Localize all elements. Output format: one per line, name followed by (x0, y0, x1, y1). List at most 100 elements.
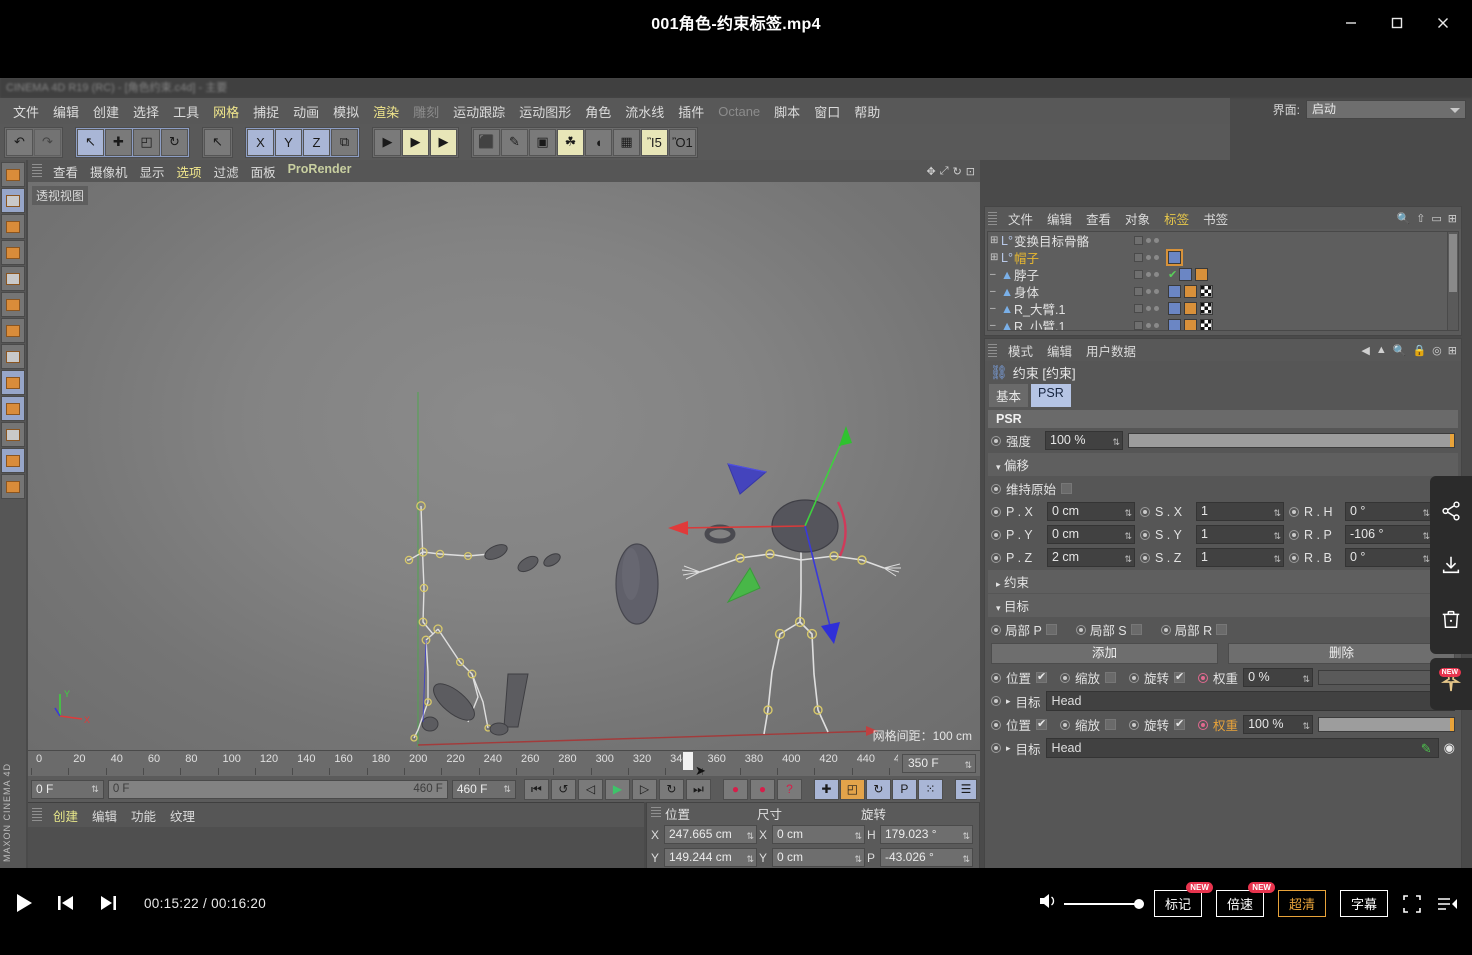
rotation-offset-field[interactable]: 0 °⇅ (1345, 502, 1433, 521)
subtitle-button[interactable]: 字幕 (1340, 890, 1388, 917)
pin-icon[interactable]: NEW (1439, 670, 1463, 699)
local-toggle-checkbox[interactable] (1216, 624, 1227, 635)
weight-field[interactable]: 100 %⇅ (1243, 715, 1313, 734)
rotation-field-P[interactable]: -43.026 °⇅ (880, 848, 973, 867)
object-menu-item-0[interactable]: 文件 (1001, 208, 1040, 229)
visibility-dots[interactable] (1134, 253, 1168, 262)
rotation-offset-radio-icon[interactable] (1289, 530, 1299, 540)
spinner-icon[interactable]: ⇅ (964, 757, 972, 774)
share-icon[interactable] (1438, 498, 1464, 524)
world-coords-icon[interactable]: ⧉ (331, 129, 358, 156)
menu-item-3[interactable]: 选择 (126, 100, 166, 123)
next-key-icon[interactable]: ↻ (659, 779, 684, 800)
position-offset-radio-icon[interactable] (991, 530, 1001, 540)
interface-dropdown[interactable]: 启动 (1306, 100, 1466, 119)
expand-toggle-icon[interactable]: – (990, 286, 1000, 297)
magnet-icon[interactable] (1, 422, 25, 447)
menu-item-15[interactable]: 插件 (671, 100, 711, 123)
position-offset-field[interactable]: 2 cm⇅ (1047, 548, 1135, 567)
volume-control[interactable] (1038, 892, 1140, 915)
position-key-icon[interactable]: ✚ (814, 779, 839, 800)
scale-offset-radio-icon[interactable] (1140, 507, 1150, 517)
menu-item-9[interactable]: 渲染 (366, 100, 406, 123)
target-object-field[interactable]: Head✎ (1046, 738, 1439, 758)
constraint-tag-icon[interactable] (1168, 285, 1181, 298)
spinner-icon[interactable]: ⇅ (1303, 718, 1311, 735)
object-row-4[interactable]: –▲R_大臂.1 (988, 300, 1458, 317)
up-arrow-icon[interactable]: ⇧ (1416, 212, 1425, 225)
snap-enable-icon[interactable] (1, 396, 25, 421)
menu-item-4[interactable]: 工具 (166, 100, 206, 123)
mark-button[interactable]: 标记 NEW (1154, 890, 1202, 917)
pick-object-icon[interactable]: ◉ (1444, 740, 1455, 756)
step-forward-icon[interactable]: ▷ (632, 779, 657, 800)
undo-icon[interactable]: ↶ (6, 129, 33, 156)
back-arrow-icon[interactable]: ◀ (1361, 344, 1369, 357)
live-selection-icon[interactable]: ↖ (77, 129, 104, 156)
menu-item-6[interactable]: 捕捉 (246, 100, 286, 123)
rotation-offset-field[interactable]: -106 °⇅ (1345, 525, 1433, 544)
spinner-icon[interactable]: ⇅ (1422, 528, 1430, 545)
offset-group-header[interactable]: ▾ 偏移 (988, 453, 1458, 476)
menu-item-17[interactable]: 脚本 (767, 100, 807, 123)
step-back-icon[interactable]: ◁ (578, 779, 603, 800)
weight-slider[interactable] (1318, 717, 1455, 732)
menu-item-8[interactable]: 模拟 (326, 100, 366, 123)
keyframe-selection-icon[interactable]: ? (777, 779, 802, 800)
spinner-icon[interactable]: ⇅ (1273, 551, 1281, 568)
object-menu-item-3[interactable]: 对象 (1118, 208, 1157, 229)
material-menu-item-0[interactable]: 创建 (46, 805, 85, 826)
timeline-playhead[interactable] (683, 752, 693, 770)
local-toggle-radio-icon[interactable] (1161, 625, 1171, 635)
scale-checkbox[interactable] (1105, 672, 1116, 683)
download-icon[interactable] (1438, 552, 1464, 578)
position-checkbox[interactable] (1036, 719, 1047, 730)
link-icon[interactable]: ✎ (1421, 740, 1432, 758)
size-field-Y[interactable]: 0 cm⇅ (772, 848, 865, 867)
axis-modify-icon[interactable] (1, 344, 25, 369)
fullscreen-icon[interactable] (1402, 894, 1422, 914)
local-toggle-radio-icon[interactable] (1076, 625, 1086, 635)
rotation-radio-icon[interactable] (1129, 673, 1139, 683)
target-group-header[interactable]: ▾ 目标 (988, 594, 1458, 617)
close-icon[interactable] (1428, 8, 1458, 38)
spinner-icon[interactable]: ⇅ (1112, 434, 1120, 451)
menu-item-18[interactable]: 窗口 (807, 100, 847, 123)
object-row-1[interactable]: ⊞L°帽子 (988, 249, 1458, 266)
constraint-tag-icon[interactable] (1168, 302, 1181, 315)
viewport-menu-item-6[interactable]: ProRender (282, 161, 358, 182)
attribute-menu-item-0[interactable]: 模式 (1001, 340, 1040, 361)
expand-toggle-icon[interactable]: – (990, 303, 1000, 314)
pan-icon[interactable]: ✥ (927, 165, 936, 178)
search-icon[interactable]: 🔍 (1393, 344, 1407, 357)
weight-tag-icon[interactable] (1184, 319, 1197, 331)
position-checkbox[interactable] (1036, 672, 1047, 683)
go-to-end-icon[interactable]: ⏭ (686, 779, 711, 800)
maintain-original-checkbox[interactable] (1061, 483, 1072, 494)
local-toggle-checkbox[interactable] (1131, 624, 1142, 635)
scale-checkbox[interactable] (1105, 719, 1116, 730)
spinner-icon[interactable]: ⇅ (87, 781, 99, 798)
polygon-mesh-icon[interactable] (1, 240, 25, 265)
weight-field[interactable]: 0 %⇅ (1243, 668, 1313, 687)
maximize-icon[interactable]: ⊞ (1448, 212, 1457, 225)
go-to-start-icon[interactable]: ⏮ (524, 779, 549, 800)
render-settings-icon[interactable]: ▶ (430, 129, 457, 156)
scale-offset-field[interactable]: 1⇅ (1196, 525, 1284, 544)
maximize-viewport-icon[interactable]: ⊡ (966, 165, 975, 178)
scale-offset-radio-icon[interactable] (1140, 530, 1150, 540)
scale-radio-icon[interactable] (1060, 673, 1070, 683)
menu-item-5[interactable]: 网格 (206, 100, 246, 123)
rotation-field-H[interactable]: 179.023 °⇅ (880, 825, 973, 844)
cursor-tool-icon[interactable]: ↖ (204, 129, 231, 156)
visibility-dots[interactable] (1134, 236, 1168, 245)
timeline-ruler-panel[interactable]: 0204060801001201401601802002202402602803… (28, 750, 980, 776)
expand-toggle-icon[interactable]: – (990, 320, 1000, 331)
minimize-icon[interactable]: ▭ (1431, 212, 1441, 225)
scrollbar-thumb[interactable] (1449, 234, 1457, 292)
menu-item-19[interactable]: 帮助 (847, 100, 887, 123)
menu-item-12[interactable]: 运动图形 (512, 100, 578, 123)
expand-toggle-icon[interactable]: ⊞ (990, 235, 1000, 246)
scale-tool-icon[interactable]: ◰ (133, 129, 160, 156)
scale-offset-field[interactable]: 1⇅ (1196, 548, 1284, 567)
